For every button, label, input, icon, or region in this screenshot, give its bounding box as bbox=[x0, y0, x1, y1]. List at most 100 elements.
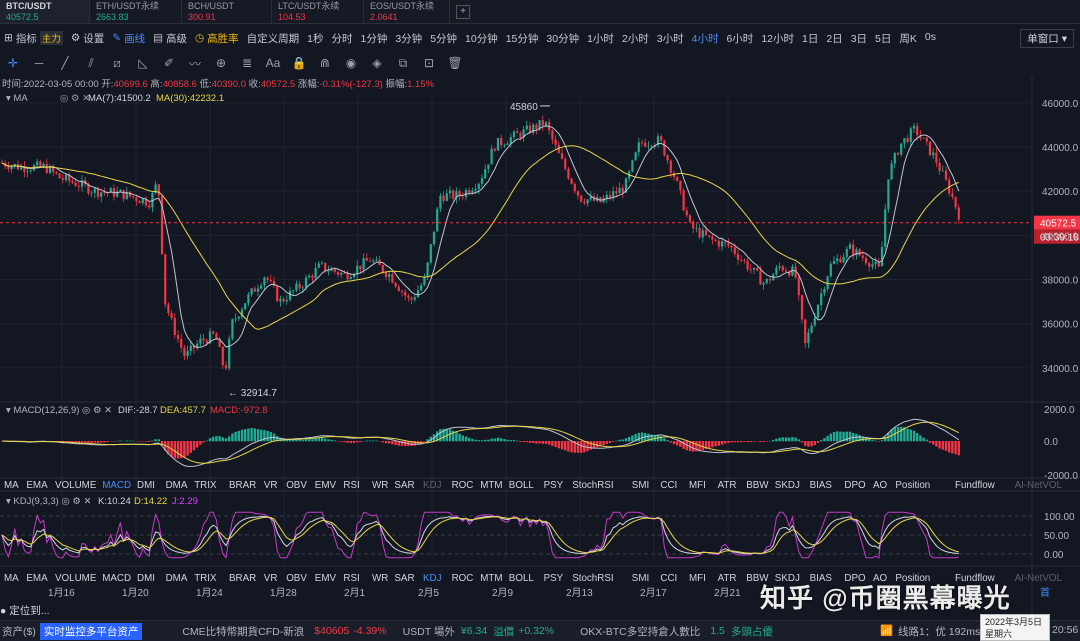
wave-icon[interactable]: 〰 bbox=[182, 55, 208, 72]
indicator-tab[interactable]: ATR bbox=[718, 480, 737, 491]
timeframe-option[interactable]: 0s bbox=[921, 31, 940, 46]
timeframe-option[interactable]: 3小时 bbox=[653, 31, 688, 46]
indicator-tab[interactable]: VR bbox=[264, 573, 278, 584]
triangle-icon[interactable]: ◺ bbox=[130, 56, 156, 70]
channel-icon[interactable]: ⧄ bbox=[104, 56, 130, 71]
indicator-tab[interactable]: BRAR bbox=[229, 573, 256, 584]
indicator-tab[interactable]: DPO bbox=[844, 480, 866, 491]
indicator-tab[interactable]: MTM bbox=[480, 573, 502, 584]
timeframe-option[interactable]: 1日 bbox=[798, 31, 822, 46]
indicator-tab[interactable]: StochRSI bbox=[572, 480, 613, 491]
copy-icon[interactable]: ⧉ bbox=[390, 56, 416, 71]
timeframe-option[interactable]: 15分钟 bbox=[502, 31, 543, 46]
indicator-tab[interactable]: BBW bbox=[746, 480, 769, 491]
timeframe-option[interactable]: 2日 bbox=[822, 31, 846, 46]
indicator-tab[interactable]: DMA bbox=[166, 573, 188, 584]
indicator-tab[interactable]: CCI bbox=[660, 573, 677, 584]
indicator-tab[interactable]: SMI bbox=[632, 573, 649, 584]
indicator-tab[interactable]: BOLL bbox=[509, 573, 535, 584]
ticker-tab[interactable]: ETH/USDT永续 2663.83 bbox=[90, 0, 182, 23]
indicator-tab[interactable]: PSY bbox=[544, 573, 564, 584]
indicator-tab[interactable]: MACD bbox=[102, 480, 131, 491]
locate-button[interactable]: ● 定位到... bbox=[0, 603, 50, 618]
ticker-tab[interactable]: BTC/USDT 40572.5 bbox=[0, 0, 90, 23]
indicator-tab[interactable]: AI-NetVOL bbox=[1015, 573, 1063, 584]
timeframe-option[interactable]: 2小时 bbox=[618, 31, 653, 46]
timeframe-option[interactable]: 30分钟 bbox=[542, 31, 583, 46]
indicator-tab[interactable]: SMI bbox=[632, 480, 649, 491]
indicator-tab[interactable]: EMA bbox=[26, 480, 48, 491]
indicator-tab[interactable]: ROC bbox=[452, 573, 474, 584]
indicator-tab[interactable]: DMA bbox=[166, 480, 188, 491]
indicator-tab[interactable]: TRIX bbox=[194, 480, 217, 491]
indicator-tab[interactable]: EMA bbox=[26, 573, 48, 584]
indicator-tab[interactable]: WR bbox=[372, 480, 388, 491]
indicator-tab[interactable]: Fundflow bbox=[955, 480, 996, 491]
indicator-tab[interactable]: MA bbox=[4, 573, 19, 584]
indicator-tab[interactable]: BRAR bbox=[229, 480, 256, 491]
indicator-tab[interactable]: StochRSI bbox=[572, 573, 613, 584]
timeframe-option[interactable]: 10分钟 bbox=[461, 31, 502, 46]
trend-line-icon[interactable]: ╱ bbox=[52, 56, 78, 70]
indicator-tab[interactable]: EMV bbox=[315, 573, 337, 584]
timeframe-option[interactable]: 5分钟 bbox=[426, 31, 461, 46]
timeframe-option[interactable]: 12小时 bbox=[757, 31, 798, 46]
indicator-tab[interactable]: WR bbox=[372, 573, 388, 584]
lock-icon[interactable]: 🔒 bbox=[286, 56, 312, 70]
advanced-button[interactable]: ▤ 高级 bbox=[149, 31, 191, 46]
fib-icon[interactable]: ≣ bbox=[234, 56, 260, 70]
brush-icon[interactable]: ✐ bbox=[156, 56, 182, 70]
indicator-tab[interactable]: MTM bbox=[480, 480, 502, 491]
indicator-tab[interactable]: AO bbox=[873, 480, 888, 491]
indicator-tab[interactable]: SAR bbox=[394, 480, 414, 491]
indicator-tab[interactable]: CCI bbox=[660, 480, 677, 491]
timeframe-option[interactable]: 1小时 bbox=[583, 31, 618, 46]
timeframe-option[interactable]: 分时 bbox=[328, 31, 357, 46]
indicator-tab[interactable]: KDJ bbox=[423, 573, 442, 584]
timeframe-option[interactable]: 3日 bbox=[847, 31, 871, 46]
indicator-tab[interactable]: VOLUME bbox=[55, 573, 97, 584]
timeframe-option[interactable]: 1秒 bbox=[303, 31, 327, 46]
layer-icon[interactable]: ◈ bbox=[364, 56, 390, 70]
ticker-tab[interactable]: BCH/USDT 300.91 bbox=[182, 0, 272, 23]
measure-icon[interactable]: ⊕ bbox=[208, 56, 234, 70]
magnet-icon[interactable]: ⋒ bbox=[312, 56, 338, 70]
timeframe-option[interactable]: 1分钟 bbox=[357, 31, 392, 46]
indicator-tab[interactable]: SKDJ bbox=[775, 480, 800, 491]
indicator-tab[interactable]: TRIX bbox=[194, 573, 217, 584]
timeframe-option[interactable]: 3分钟 bbox=[391, 31, 426, 46]
camera-icon[interactable]: ⊡ bbox=[416, 56, 442, 70]
indicator-tab[interactable]: ROC bbox=[452, 480, 474, 491]
monitor-button[interactable]: 实时监控多平台资产 bbox=[39, 622, 143, 640]
indicator-tab[interactable]: MACD bbox=[102, 573, 131, 584]
indicator-tab[interactable]: EMV bbox=[315, 480, 337, 491]
cursor-icon[interactable]: ✛ bbox=[0, 56, 26, 70]
text-icon[interactable]: Aa bbox=[260, 56, 286, 70]
custom-period-button[interactable]: 自定义周期 bbox=[243, 31, 304, 46]
indicator-tab[interactable]: DMI bbox=[137, 573, 155, 584]
indicator-tab[interactable]: BOLL bbox=[509, 480, 535, 491]
indicator-tab[interactable]: PSY bbox=[544, 480, 564, 491]
indicator-tab[interactable]: RSI bbox=[343, 480, 359, 491]
indicator-tab[interactable]: AI-NetVOL bbox=[1015, 480, 1063, 491]
timeframe-option[interactable]: 6小时 bbox=[722, 31, 757, 46]
indicator-button[interactable]: ⊞ 指标 主力 bbox=[0, 31, 67, 46]
settings-button[interactable]: ⚙ 设置 bbox=[67, 31, 108, 46]
parallel-line-icon[interactable]: ⫽ bbox=[78, 56, 104, 71]
indicator-tab[interactable]: RSI bbox=[343, 573, 359, 584]
indicator-tab[interactable]: DMI bbox=[137, 480, 155, 491]
timeframe-option[interactable]: 周K bbox=[895, 31, 921, 46]
indicator-tab[interactable]: BIAS bbox=[810, 480, 833, 491]
trash-icon[interactable]: 🗑 bbox=[442, 56, 468, 70]
eye-icon[interactable]: ◉ bbox=[338, 56, 364, 70]
indicator-tab[interactable]: SAR bbox=[394, 573, 414, 584]
add-tab-button[interactable]: + bbox=[456, 5, 470, 19]
indicator-tab[interactable]: KDJ bbox=[423, 480, 442, 491]
drawing-button[interactable]: ✎ 画线 bbox=[108, 31, 149, 46]
window-mode-select[interactable]: 单窗口 ▾ bbox=[1020, 29, 1074, 48]
indicator-tab[interactable]: OBV bbox=[286, 480, 307, 491]
indicator-tab[interactable]: MFI bbox=[689, 573, 706, 584]
indicator-tab[interactable]: VR bbox=[264, 480, 278, 491]
ticker-tab[interactable]: LTC/USDT永续 104.53 bbox=[272, 0, 364, 23]
ticker-tab[interactable]: EOS/USDT永续 2.0641 bbox=[364, 0, 450, 23]
